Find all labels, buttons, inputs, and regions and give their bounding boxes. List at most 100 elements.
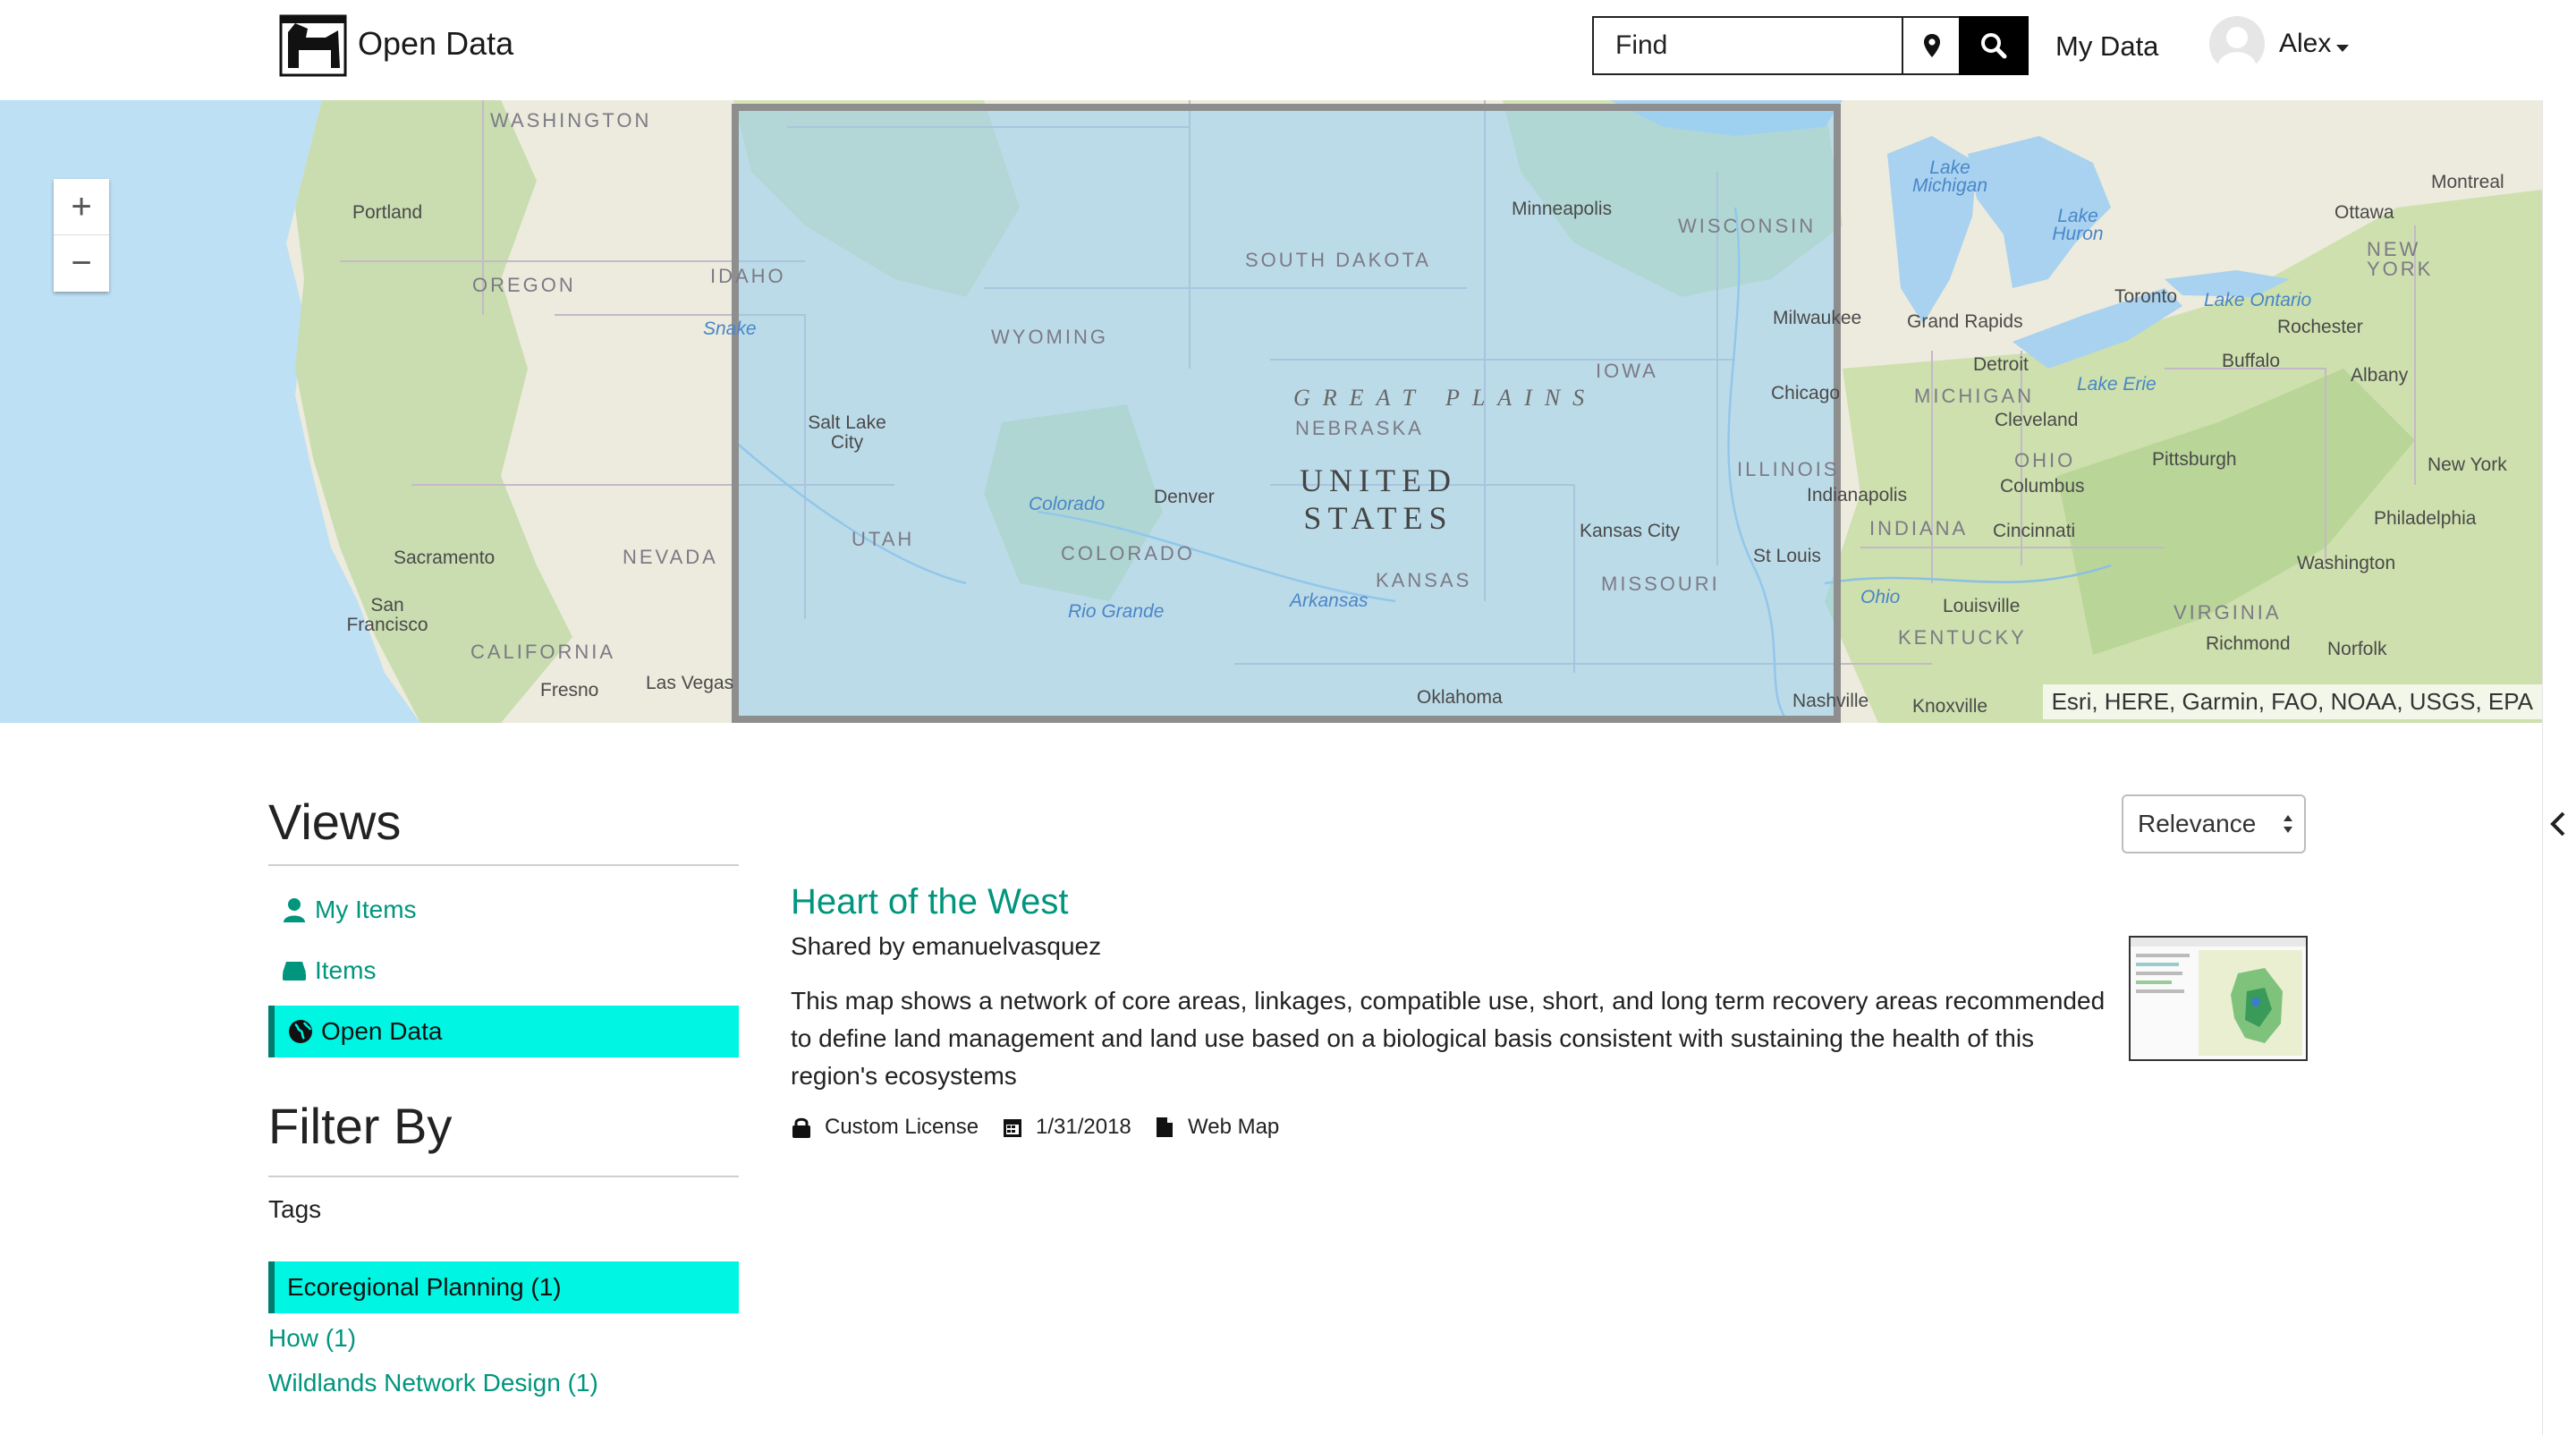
tag-wildlands-network-design[interactable]: Wildlands Network Design (1) — [268, 1369, 739, 1397]
city-label: Milwaukee — [1773, 308, 1862, 328]
view-item-items[interactable]: Items — [268, 945, 739, 997]
result-description: This map shows a network of core areas, … — [791, 987, 2106, 1090]
view-item-label: Items — [315, 956, 377, 984]
state-label: KENTUCKY — [1898, 626, 2027, 649]
map-view[interactable]: WASHINGTON OREGON IDAHO NEVADA CALIFORNI… — [0, 100, 2542, 723]
state-label: MICHIGAN — [1914, 385, 2034, 407]
user-menu[interactable]: Alex — [2279, 29, 2331, 59]
city-label: Louisville — [1943, 596, 2021, 616]
city-label: New York — [2428, 454, 2507, 475]
view-item-label: My Items — [315, 896, 417, 923]
city-label: Minneapolis — [1512, 199, 1613, 219]
water-label: Ohio — [1860, 587, 1901, 607]
tag-how[interactable]: How (1) — [268, 1324, 739, 1353]
globe-icon — [287, 1018, 314, 1045]
water-label: Lake Ontario — [2204, 290, 2312, 310]
type-text: Web Map — [1188, 1115, 1280, 1139]
city-label: Las Vegas — [646, 673, 734, 693]
country-label: UNITED STATES — [1300, 463, 1457, 536]
city-label: Washington — [2297, 553, 2396, 573]
view-item-label: Open Data — [321, 1017, 443, 1045]
water-label: Colorado — [1029, 494, 1106, 514]
state-label: INDIANA — [1869, 517, 1969, 539]
drive-icon — [281, 957, 308, 984]
city-label: Pittsburgh — [2152, 449, 2237, 470]
result-title-link[interactable]: Heart of the West — [791, 882, 1069, 922]
locate-icon — [1924, 34, 1940, 57]
city-label: Detroit — [1973, 354, 2029, 375]
select-arrows-icon — [2284, 815, 2292, 833]
filter-heading: Filter By — [268, 1098, 453, 1154]
water-label: Lake Huron — [2052, 206, 2104, 244]
state-label: VIRGINIA — [2174, 601, 2282, 624]
water-label: Lake Michigan — [1911, 157, 1988, 196]
tag-ecoregional-planning[interactable]: Ecoregional Planning (1) — [268, 1261, 739, 1313]
city-label: Albany — [2351, 365, 2409, 386]
my-data-link[interactable]: My Data — [2055, 30, 2158, 63]
sort-select[interactable]: Relevance — [2122, 794, 2306, 853]
user-avatar-icon — [2217, 27, 2257, 72]
city-label: Indianapolis — [1807, 485, 1908, 505]
water-label: Snake — [703, 318, 757, 339]
user-icon — [281, 896, 308, 923]
city-label: Columbus — [2000, 476, 2085, 497]
state-label: CALIFORNIA — [470, 641, 616, 663]
result-license: Custom License — [791, 1115, 979, 1140]
search-input[interactable] — [1594, 18, 1902, 73]
city-label: San Francisco — [346, 595, 428, 635]
region-label: GREAT PLAINS — [1293, 385, 1597, 411]
water-label: Rio Grande — [1068, 601, 1165, 622]
state-label: SOUTH DAKOTA — [1245, 249, 1431, 271]
city-label: Montreal — [2431, 172, 2504, 192]
state-label: OREGON — [472, 274, 576, 296]
city-label: Nashville — [1792, 691, 1869, 711]
view-item-open-data[interactable]: Open Data — [268, 1006, 739, 1057]
document-icon — [1154, 1117, 1175, 1138]
lock-icon — [791, 1117, 812, 1138]
state-label: MISSOURI — [1601, 573, 1720, 595]
zoom-out-button[interactable]: − — [54, 234, 109, 291]
map-attribution: Esri, HERE, Garmin, FAO, NOAA, USGS, EPA — [2042, 684, 2542, 719]
city-label: Fresno — [540, 680, 599, 701]
city-label: Portland — [352, 202, 423, 223]
logo-icon[interactable] — [279, 11, 347, 77]
state-label: WISCONSIN — [1678, 215, 1817, 237]
city-label: Norfolk — [2327, 639, 2387, 659]
city-label: St Louis — [1753, 546, 1821, 566]
map-thumbnail-image — [2131, 938, 2306, 1059]
chevron-left-icon[interactable] — [2547, 811, 2569, 837]
caret-down-icon[interactable] — [2336, 45, 2349, 52]
license-text: Custom License — [825, 1115, 979, 1139]
city-label: Rochester — [2277, 317, 2363, 337]
state-label: IDAHO — [710, 265, 786, 287]
filter-divider — [268, 1176, 739, 1177]
app-title[interactable]: Open Data — [358, 25, 513, 63]
city-label: Ottawa — [2334, 202, 2394, 223]
state-label: ILLINOIS — [1737, 458, 1840, 480]
search-box — [1592, 16, 1971, 75]
result-type: Web Map — [1154, 1115, 1279, 1140]
zoom-in-button[interactable]: + — [54, 179, 109, 234]
state-label: UTAH — [852, 528, 915, 550]
result-thumbnail[interactable] — [2129, 936, 2308, 1061]
state-label: KANSAS — [1376, 569, 1472, 591]
city-label: Denver — [1154, 487, 1215, 507]
city-label: Kansas City — [1580, 521, 1681, 541]
state-label: NEVADA — [623, 546, 718, 568]
city-label: Cleveland — [1995, 410, 2079, 430]
state-label: NEW YORK — [2367, 238, 2434, 280]
view-item-my-items[interactable]: My Items — [268, 884, 739, 936]
city-label: Richmond — [2206, 633, 2291, 654]
top-header: Open Data My Data Alex — [0, 0, 2576, 100]
calendar-icon — [1002, 1117, 1023, 1138]
avatar[interactable] — [2209, 16, 2265, 72]
city-label: Philadelphia — [2374, 508, 2477, 529]
city-label: Oklahoma — [1417, 687, 1503, 708]
locate-button[interactable] — [1902, 18, 1961, 73]
search-button[interactable] — [1959, 16, 2029, 75]
city-label: Grand Rapids — [1907, 311, 2023, 332]
state-label: WASHINGTON — [490, 109, 652, 132]
state-label: IOWA — [1596, 360, 1658, 382]
water-label: Lake Erie — [2077, 374, 2157, 395]
state-label: NEBRASKA — [1295, 417, 1424, 439]
